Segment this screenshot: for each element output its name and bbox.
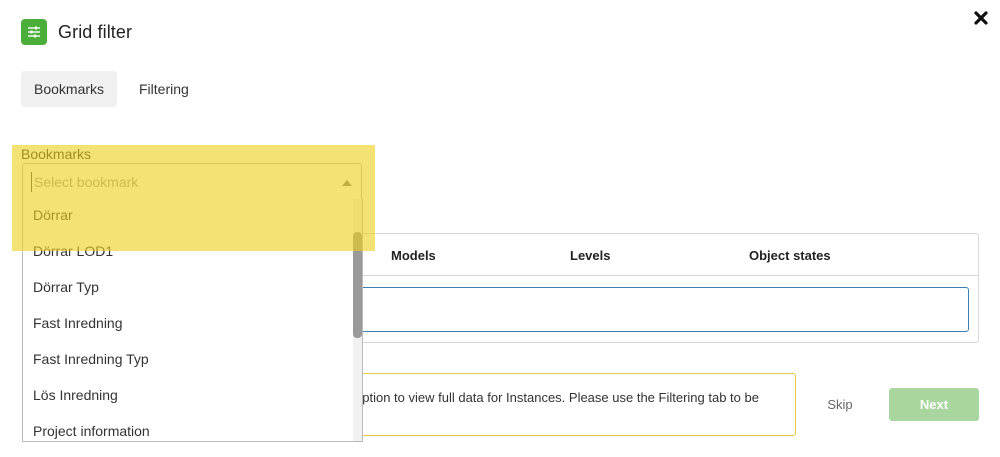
column-object-states[interactable]: Object states [749,248,831,263]
bookmark-select[interactable] [22,163,362,200]
notice-text: option to view full data for Instances. … [355,390,759,405]
column-levels[interactable]: Levels [570,248,610,263]
dropdown-option[interactable]: Dörrar [23,199,353,235]
dropdown-scrollbar-thumb[interactable] [353,232,362,338]
dropdown-option[interactable]: Fast Inredning Typ [23,343,353,379]
tab-bookmarks[interactable]: Bookmarks [21,71,118,107]
bookmarks-label: Bookmarks [21,146,92,162]
grid-header: Models Levels Object states [341,234,978,276]
notice-box: option to view full data for Instances. … [330,373,796,436]
bookmark-dropdown: Dörrar Dörrar LOD1 Dörrar Typ Fast Inred… [22,199,363,442]
dialog-title: Grid filter [58,22,133,42]
dropdown-option[interactable]: Lös Inredning [23,379,353,415]
close-icon[interactable] [971,8,991,28]
sliders-icon [21,19,47,45]
dropdown-option[interactable]: Dörrar Typ [23,271,353,307]
caret-up-icon[interactable] [342,180,352,186]
next-button[interactable]: Next [889,388,979,421]
dropdown-option[interactable]: Fast Inredning [23,307,353,343]
skip-button[interactable]: Skip [814,388,866,421]
tab-filtering[interactable]: Filtering [126,71,202,107]
dropdown-option[interactable]: Dörrar LOD1 [23,235,353,271]
column-models[interactable]: Models [391,248,436,263]
grid-panel: Models Levels Object states [340,233,979,343]
dropdown-option[interactable]: Project information [23,415,353,441]
grid-row-input[interactable] [351,287,969,332]
bookmark-search-input[interactable] [31,172,321,192]
